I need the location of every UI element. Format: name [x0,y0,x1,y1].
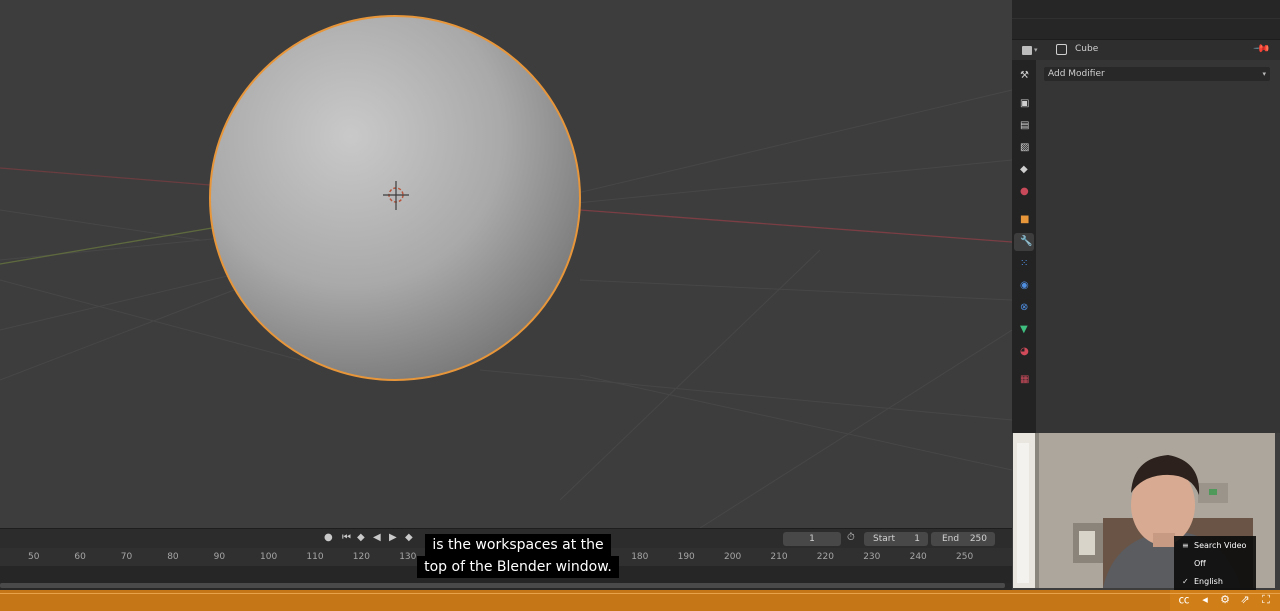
y-axis-line [0,227,213,265]
share-icon[interactable]: ⇗ [1237,593,1253,607]
captions-english-label: English [1194,577,1223,586]
volume-icon[interactable]: ◂ [1197,593,1213,607]
captions-icon[interactable]: ㏄ [1176,593,1192,607]
search-video-label: Search Video [1194,541,1247,550]
frame-tick-label: 200 [724,552,742,562]
frame-tick-label: 70 [120,552,133,562]
particles-tab-icon[interactable]: ⁙ [1020,258,1028,270]
chevron-down-icon: ▾ [1262,70,1266,78]
pin-icon[interactable]: 📌 [1252,39,1271,58]
end-frame-field[interactable]: End 250 [931,532,995,546]
world-tab-icon[interactable]: ● [1020,186,1029,198]
progress-line [0,593,1280,594]
object-name: Cube [1075,44,1099,54]
output-tab-icon[interactable]: ▤ [1020,120,1029,132]
scene-tab-icon[interactable]: ◆ [1020,164,1028,176]
start-value: 1 [914,534,920,544]
properties-editor: ▾ Cube 📌 ⚒ ▣ ▤ ▨ ◆ ● ■ 🔧 ⁙ ◉ ⊗ ▼ ◕ ▦ Add Modifier ▾ [1012,0,1280,433]
view-layer-tab-icon[interactable]: ▨ [1020,142,1029,154]
frame-tick-label: 250 [956,552,974,562]
properties-tabs: ⚒ ▣ ▤ ▨ ◆ ● ■ 🔧 ⁙ ◉ ⊗ ▼ ◕ ▦ [1012,60,1036,433]
stopwatch-icon[interactable]: ⏱ [847,532,855,544]
3d-viewport[interactable] [0,0,1012,528]
video-frame: ▾ Cube 📌 ⚒ ▣ ▤ ▨ ◆ ● ■ 🔧 ⁙ ◉ ⊗ ▼ ◕ ▦ Add Modifier ▾ [0,0,1280,611]
outliner-area [1012,0,1280,40]
settings-gear-icon[interactable]: ⚙ [1217,593,1233,607]
playback-controls: ● ⏮ ◆ ◀ ▶ ◆ 1 ⏱ Start 1 End 250 [0,529,1012,548]
check-icon: ✓ [1182,577,1189,586]
record-icon[interactable]: ● [324,532,333,544]
frame-tick-label: 150 [492,552,510,562]
frame-tick-label: 90 [213,552,226,562]
selected-sphere[interactable] [209,15,581,381]
search-video-item[interactable]: ≡ Search Video [1174,537,1256,554]
next-keyframe-icon[interactable]: ◆ [405,532,413,544]
frame-tick-label: 110 [306,552,324,562]
editor-type-button[interactable]: ▾ [1022,42,1044,58]
x-axis-line [0,167,211,186]
constraints-tab-icon[interactable]: ⊗ [1020,302,1028,314]
add-modifier-dropdown[interactable]: Add Modifier ▾ [1044,67,1270,81]
properties-editor-icon [1022,45,1032,55]
captions-off-label: Off [1194,559,1206,568]
frame-tick-label: 80 [167,552,179,562]
play-icon[interactable]: ▶ [389,532,397,544]
captions-english-item[interactable]: ✓ English [1174,573,1256,590]
captions-menu: ≡ Search Video Off ✓ English [1174,536,1256,590]
frame-tick-label: 50 [28,552,40,562]
frame-tick-label: 170 [584,552,602,562]
menu-lines-icon: ≡ [1182,541,1189,550]
current-frame-field[interactable]: 1 [783,532,841,546]
frame-tick-label: 100 [260,552,278,562]
frame-tick-label: 220 [816,552,834,562]
frame-tick-label: 240 [909,552,927,562]
timeline: ● ⏮ ◆ ◀ ▶ ◆ 1 ⏱ Start 1 End 250 50 60 70 80… [0,528,1012,590]
viewport-scene [0,15,1012,528]
frame-tick-label: 140 [445,552,463,562]
end-label: End [942,534,960,544]
keyframe-track[interactable] [0,566,1012,583]
end-value: 250 [969,534,987,544]
frame-tick-label: 210 [770,552,788,562]
frame-tick-label: 190 [677,552,695,562]
material-tab-icon[interactable]: ◕ [1020,346,1029,358]
x-axis-line-right [579,209,1012,243]
jump-start-icon[interactable]: ⏮ [342,532,351,544]
frame-tick-label: 60 [74,552,86,562]
frame-tick-label: 160 [538,552,556,562]
chevron-down-icon: ▾ [1034,46,1038,54]
texture-tab-icon[interactable]: ▦ [1020,374,1029,386]
add-modifier-label: Add Modifier [1048,69,1105,79]
frame-tick-label: 180 [631,552,649,562]
object-icon [1056,44,1067,55]
fullscreen-icon[interactable]: ⛶ [1258,593,1274,607]
frame-tick-label: 130 [399,552,417,562]
physics-tab-icon[interactable]: ◉ [1020,280,1029,292]
captions-off-item[interactable]: Off [1174,555,1256,572]
data-tab-icon[interactable]: ▼ [1020,324,1028,336]
video-player-bar: ㏄ ◂ ⚙ ⇗ ⛶ [0,590,1280,611]
modifier-tab-icon[interactable]: 🔧 [1020,236,1032,248]
timeline-scrollbar[interactable] [0,583,1005,588]
properties-header: ▾ Cube 📌 [1012,39,1280,60]
start-frame-field[interactable]: Start 1 [864,532,928,546]
render-tab-icon[interactable]: ▣ [1020,98,1029,110]
modifier-panel: Add Modifier ▾ [1036,60,1280,433]
frame-tick-label: 230 [863,552,881,562]
start-label: Start [873,534,895,544]
tool-tab-icon[interactable]: ⚒ [1020,70,1029,82]
frame-ruler[interactable]: 50 60 70 80 90 100 110 120 130 140 150 160 170 180 190… [0,548,1012,566]
frame-tick-label: 120 [352,552,370,562]
object-tab-icon[interactable]: ■ [1020,214,1029,226]
play-reverse-icon[interactable]: ◀ [373,532,381,544]
prev-keyframe-icon[interactable]: ◆ [357,532,365,544]
